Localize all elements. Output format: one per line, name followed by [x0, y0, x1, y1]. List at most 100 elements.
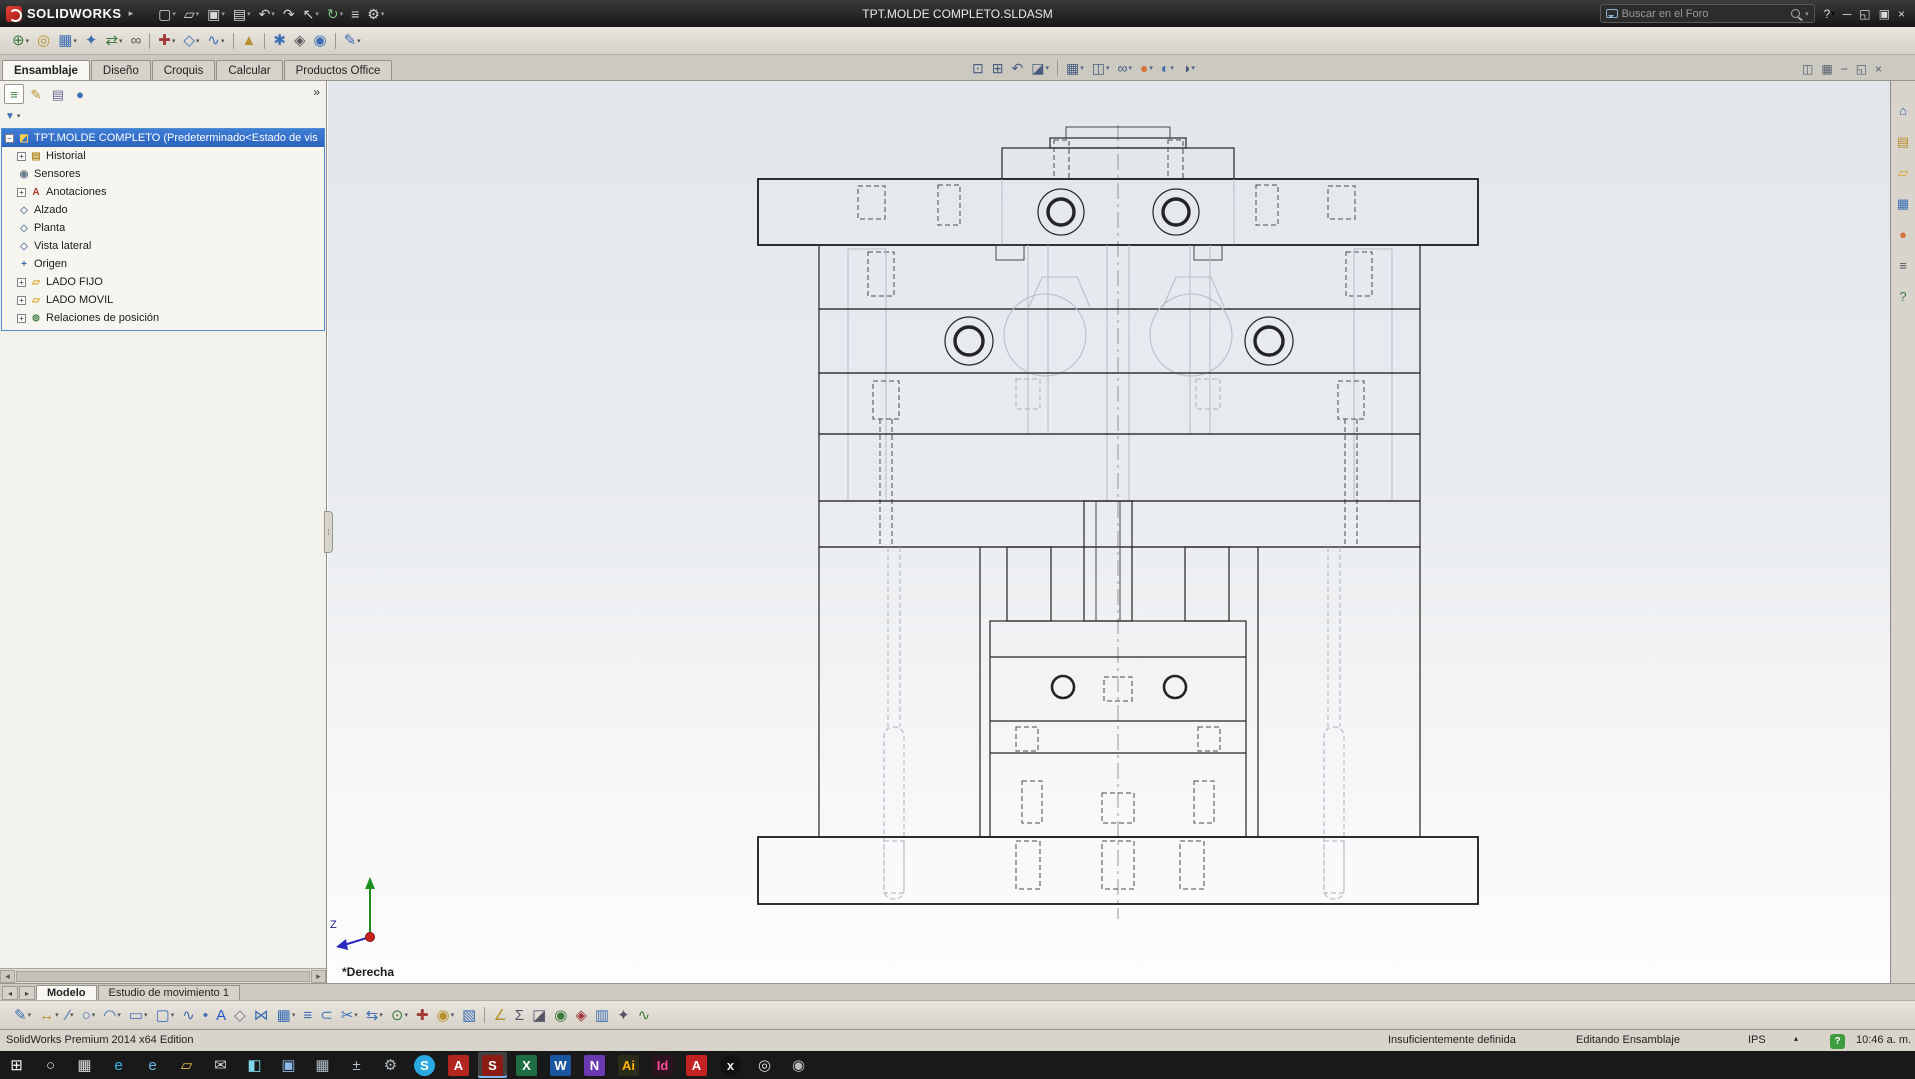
word-icon[interactable]: W — [546, 1052, 575, 1078]
mass-properties-icon[interactable]: Σ — [511, 1004, 528, 1026]
view-palette-icon[interactable]: ▦ — [1893, 192, 1913, 214]
indesign-icon[interactable]: Id — [648, 1052, 677, 1078]
sensors-icon[interactable]: ◉ — [550, 1004, 571, 1026]
file-properties-icon[interactable]: ≡ — [347, 3, 363, 25]
filter-icon[interactable]: ▼ — [5, 111, 15, 122]
print-icon[interactable]: ▤ ▾ — [229, 3, 255, 25]
calendar-icon[interactable]: ▦ — [308, 1052, 337, 1078]
line-icon[interactable]: ∕ ▾ — [63, 1004, 78, 1026]
file-explorer-icon[interactable]: ▱ — [172, 1052, 201, 1078]
tab-ensamblaje[interactable]: Ensamblaje — [2, 60, 90, 80]
options-icon[interactable]: ⚙ ▾ — [363, 3, 388, 25]
rapid-sketch-icon[interactable]: ▧ — [458, 1004, 480, 1026]
select-icon[interactable]: ↖ ▾ — [299, 3, 323, 25]
solidworks-resources-icon[interactable]: ⌂ — [1895, 99, 1911, 121]
view-settings-icon[interactable]: ◑ ▾ — [1178, 57, 1199, 79]
propertymanager-tab-icon[interactable]: ✎ — [26, 84, 46, 104]
plane-icon[interactable]: ◇ — [230, 1004, 250, 1026]
configurationmanager-tab-icon[interactable]: ▤ — [48, 84, 68, 104]
rectangle-icon[interactable]: ▭ ▾ — [125, 1004, 152, 1026]
smart-dimension-icon[interactable]: ↔ ▾ — [35, 1004, 63, 1026]
circle-icon[interactable]: ○ ▾ — [78, 1004, 100, 1026]
curvature-icon[interactable]: ∿ — [634, 1004, 655, 1026]
units-selector[interactable]: IPS — [1748, 1034, 1766, 1046]
mate-icon[interactable]: ◎ — [33, 30, 54, 52]
sketch-icon[interactable]: ✎ ▾ — [10, 1004, 35, 1026]
mirror-entities-icon[interactable]: ⋈ — [250, 1004, 273, 1026]
tree-item-historial[interactable]: + ▤ Historial — [2, 147, 324, 165]
apply-scene-icon[interactable]: ◐ ▾ — [1157, 57, 1178, 79]
camera-icon[interactable]: ◎ — [750, 1052, 779, 1078]
tab-calcular[interactable]: Calcular — [216, 60, 283, 80]
viewport-grid-icon[interactable]: ▦ — [1817, 58, 1836, 80]
assembly-features-icon[interactable]: ✚ ▾ — [154, 30, 179, 52]
move-entities-icon[interactable]: ⇆ ▾ — [362, 1004, 387, 1026]
section-view-icon[interactable]: ◪ ▾ — [1027, 57, 1053, 79]
tree-item-planta[interactable]: ◇ Planta — [2, 219, 324, 237]
units-caret-icon[interactable]: ▴ — [1794, 1034, 1798, 1043]
tree-item-origen[interactable]: + Origen — [2, 255, 324, 273]
redo-icon[interactable]: ↷ — [279, 3, 299, 25]
search-caret-icon[interactable]: ▾ — [1805, 10, 1809, 18]
restore-icon[interactable]: ◱ — [1855, 3, 1874, 25]
rebuild-icon[interactable]: ↻ ▾ — [323, 3, 347, 25]
minimize-icon[interactable]: ─ — [1839, 3, 1856, 25]
undo-icon[interactable]: ↶ ▾ — [255, 3, 279, 25]
adobe-reader-icon[interactable]: A — [444, 1052, 473, 1078]
convert-entities-icon[interactable]: ⊂ — [316, 1004, 337, 1026]
reference-geometry-icon[interactable]: ◇ ▾ — [179, 30, 203, 52]
slot-icon[interactable]: ▢ ▾ — [152, 1004, 179, 1026]
section-properties-icon[interactable]: ◪ — [528, 1004, 550, 1026]
tab-diseno[interactable]: Diseño — [90, 60, 151, 80]
tab-productos-office[interactable]: Productos Office — [283, 60, 393, 80]
display-style-icon[interactable]: ◫ ▾ — [1088, 57, 1114, 79]
quick-snaps-icon[interactable]: ◉ ▾ — [433, 1004, 459, 1026]
offset-entities-icon[interactable]: ≡ — [299, 1004, 316, 1026]
tree-item-sensores[interactable]: ◉ Sensores — [2, 165, 324, 183]
arc-icon[interactable]: ◠ ▾ — [99, 1004, 125, 1026]
zoom-to-fit-icon[interactable]: ⊡ — [968, 57, 988, 79]
store-icon[interactable]: ◧ — [240, 1052, 269, 1078]
restore-window-icon[interactable]: ◱ — [1852, 58, 1871, 80]
skype-icon[interactable]: S — [410, 1052, 439, 1078]
zoom-to-area-icon[interactable]: ⊞ — [988, 57, 1008, 79]
view-orientation-icon[interactable]: ▦ ▾ — [1062, 57, 1088, 79]
viewport-split-icon[interactable]: ◫ — [1798, 58, 1817, 80]
tree-item-relaciones-de-posicion[interactable]: + ⊚ Relaciones de posición — [2, 309, 324, 327]
displaymanager-tab-icon[interactable]: ● — [70, 84, 90, 104]
solidworks-icon[interactable]: S — [478, 1052, 507, 1078]
maximize-icon[interactable]: ▣ — [1875, 3, 1894, 25]
panel-horizontal-scrollbar[interactable]: ◂ ▸ — [0, 968, 326, 983]
close-window-icon[interactable]: × — [1871, 58, 1886, 80]
scrollbar-thumb[interactable] — [16, 970, 310, 982]
large-design-review-icon[interactable]: ◉ — [310, 30, 331, 52]
show-hidden-components-icon[interactable]: ∞ — [127, 30, 146, 52]
file-explorer-icon[interactable]: ▱ — [1894, 161, 1912, 183]
linear-component-pattern-icon[interactable]: ▦ ▾ — [54, 30, 81, 52]
panel-splitter-handle[interactable]: ⁞ — [324, 511, 333, 553]
trim-entities-icon[interactable]: ✂ ▾ — [337, 1004, 362, 1026]
new-document-icon[interactable]: ▢ ▾ — [154, 3, 180, 25]
help-icon[interactable]: ? ▾ — [1820, 3, 1839, 25]
menu-expand-arrow-icon[interactable]: ▸ — [129, 8, 134, 19]
tab-croquis[interactable]: Croquis — [151, 60, 216, 80]
appearances-icon[interactable]: ● — [1895, 223, 1911, 245]
exploded-view-icon[interactable]: ✱ — [269, 30, 290, 52]
scroll-right-arrow-icon[interactable]: ▸ — [311, 969, 326, 983]
minimize-window-icon[interactable]: − — [1837, 58, 1852, 80]
save-icon[interactable]: ▣ ▾ — [203, 3, 229, 25]
excel-icon[interactable]: X — [512, 1052, 541, 1078]
display-relations-icon[interactable]: ⊙ ▾ — [387, 1004, 412, 1026]
internet-explorer-icon[interactable]: e — [138, 1052, 167, 1078]
performance-evaluation-icon[interactable]: ✦ — [613, 1004, 634, 1026]
xbox-icon[interactable]: x — [716, 1052, 745, 1078]
search-icon[interactable]: ○ — [36, 1052, 65, 1078]
onenote-icon[interactable]: N — [580, 1052, 609, 1078]
instant3d-icon[interactable]: ▲ — [238, 30, 261, 52]
forum-icon[interactable]: ? — [1895, 285, 1910, 307]
tree-item-lado-fijo[interactable]: + ▱ LADO FIJO — [2, 273, 324, 291]
sketch-toggle-icon[interactable]: ✎ ▾ — [340, 30, 365, 52]
interference-detection-icon[interactable]: ◈ — [290, 30, 310, 52]
repair-sketch-icon[interactable]: ✚ — [412, 1004, 433, 1026]
tab-scroll-left-icon[interactable]: ◂ — [2, 986, 18, 1000]
